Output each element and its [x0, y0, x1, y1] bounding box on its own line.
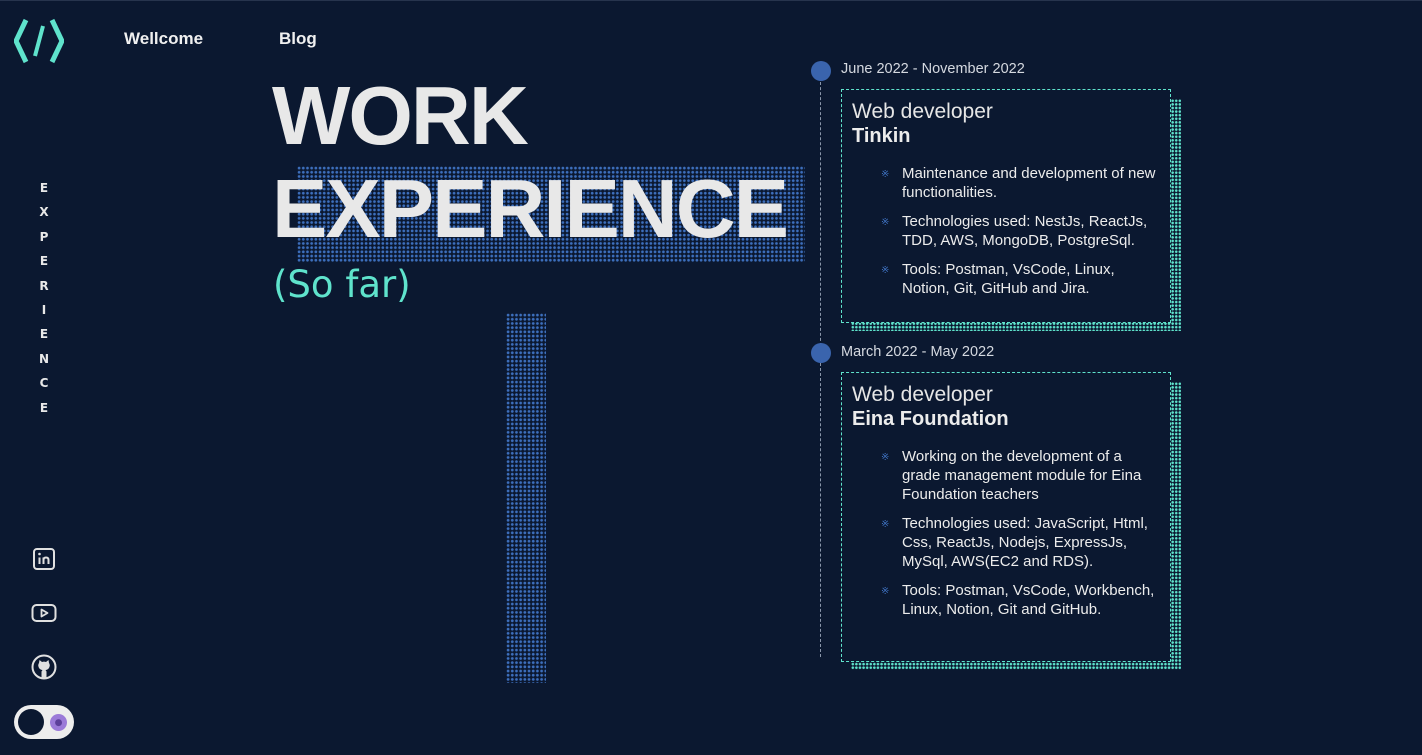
timeline-dot	[811, 343, 831, 363]
timeline-date: June 2022 - November 2022	[841, 61, 1025, 77]
youtube-icon[interactable]	[30, 599, 58, 627]
list-item: ※ Working on the development of a grade m…	[881, 447, 1160, 504]
timeline-date: March 2022 - May 2022	[841, 344, 995, 360]
job-company: Tinkin	[852, 125, 911, 147]
page-subtitle: (So far)	[273, 263, 411, 306]
vertical-section-label: E X P E R I E N C E	[34, 179, 54, 423]
vertical-letter: I	[41, 302, 47, 317]
bullet-icon: ※	[881, 217, 890, 228]
job-bullets: ※ Maintenance and development of new func…	[852, 164, 1160, 298]
vertical-letter: E	[39, 181, 49, 195]
list-item: ※ Tools: Postman, VsCode, Workbench, Linu…	[881, 581, 1160, 619]
bullet-icon: ※	[881, 519, 890, 530]
bullet-text: Tools: Postman, VsCode, Linux, Notion, G…	[902, 261, 1115, 297]
vertical-letter: E	[39, 327, 49, 342]
job-company: Eina Foundation	[852, 408, 1009, 430]
bullet-text: Working on the development of a grade ma…	[902, 448, 1142, 503]
top-nav: Wellcome Blog	[124, 29, 317, 49]
vertical-letter: E	[39, 400, 49, 415]
experience-card: Web developer Tinkin ※ Maintenance and de…	[841, 89, 1171, 323]
github-icon[interactable]	[30, 653, 58, 681]
toggle-knob	[18, 709, 44, 735]
list-item: ※ Maintenance and development of new func…	[881, 164, 1160, 202]
theme-toggle[interactable]: ●	[14, 705, 74, 739]
list-item: ※ Tools: Postman, VsCode, Linux, Notion, …	[881, 260, 1160, 298]
vertical-letter: P	[39, 229, 49, 244]
vertical-letter: X	[39, 205, 49, 220]
page-title-line1: WORK	[272, 69, 529, 162]
list-item: ※ Technologies used: NestJs, ReactJs, TDD…	[881, 212, 1160, 250]
timeline-dot	[811, 61, 831, 81]
page-title-line2: EXPERIENCE	[272, 162, 789, 255]
bullet-text: Tools: Postman, VsCode, Workbench, Linux…	[902, 582, 1155, 618]
bullet-icon: ※	[881, 265, 890, 276]
nav-link-wellcome[interactable]: Wellcome	[124, 29, 279, 49]
vertical-letter: E	[39, 254, 49, 269]
vertical-letter: N	[38, 351, 50, 366]
vertical-letter: C	[39, 376, 49, 391]
nav-link-blog[interactable]: Blog	[279, 29, 317, 49]
job-bullets: ※ Working on the development of a grade m…	[852, 447, 1160, 619]
moon-icon: ●	[50, 714, 67, 731]
bullet-icon: ※	[881, 452, 890, 463]
list-item: ※ Technologies used: JavaScript, Html, Cs…	[881, 514, 1160, 571]
job-role: Web developer	[852, 383, 993, 406]
linkedin-icon[interactable]	[30, 545, 58, 573]
dotted-pattern	[506, 313, 546, 683]
bullet-icon: ※	[881, 586, 890, 597]
job-role: Web developer	[852, 100, 993, 123]
bullet-text: Technologies used: JavaScript, Html, Css…	[902, 515, 1148, 570]
bullet-icon: ※	[881, 169, 890, 180]
bullet-text: Technologies used: NestJs, ReactJs, TDD,…	[902, 213, 1148, 249]
vertical-letter: R	[39, 278, 49, 293]
experience-card: Web developer Eina Foundation ※ Working o…	[841, 372, 1171, 662]
logo-icon[interactable]	[13, 16, 65, 66]
bullet-text: Maintenance and development of new funct…	[902, 165, 1156, 201]
